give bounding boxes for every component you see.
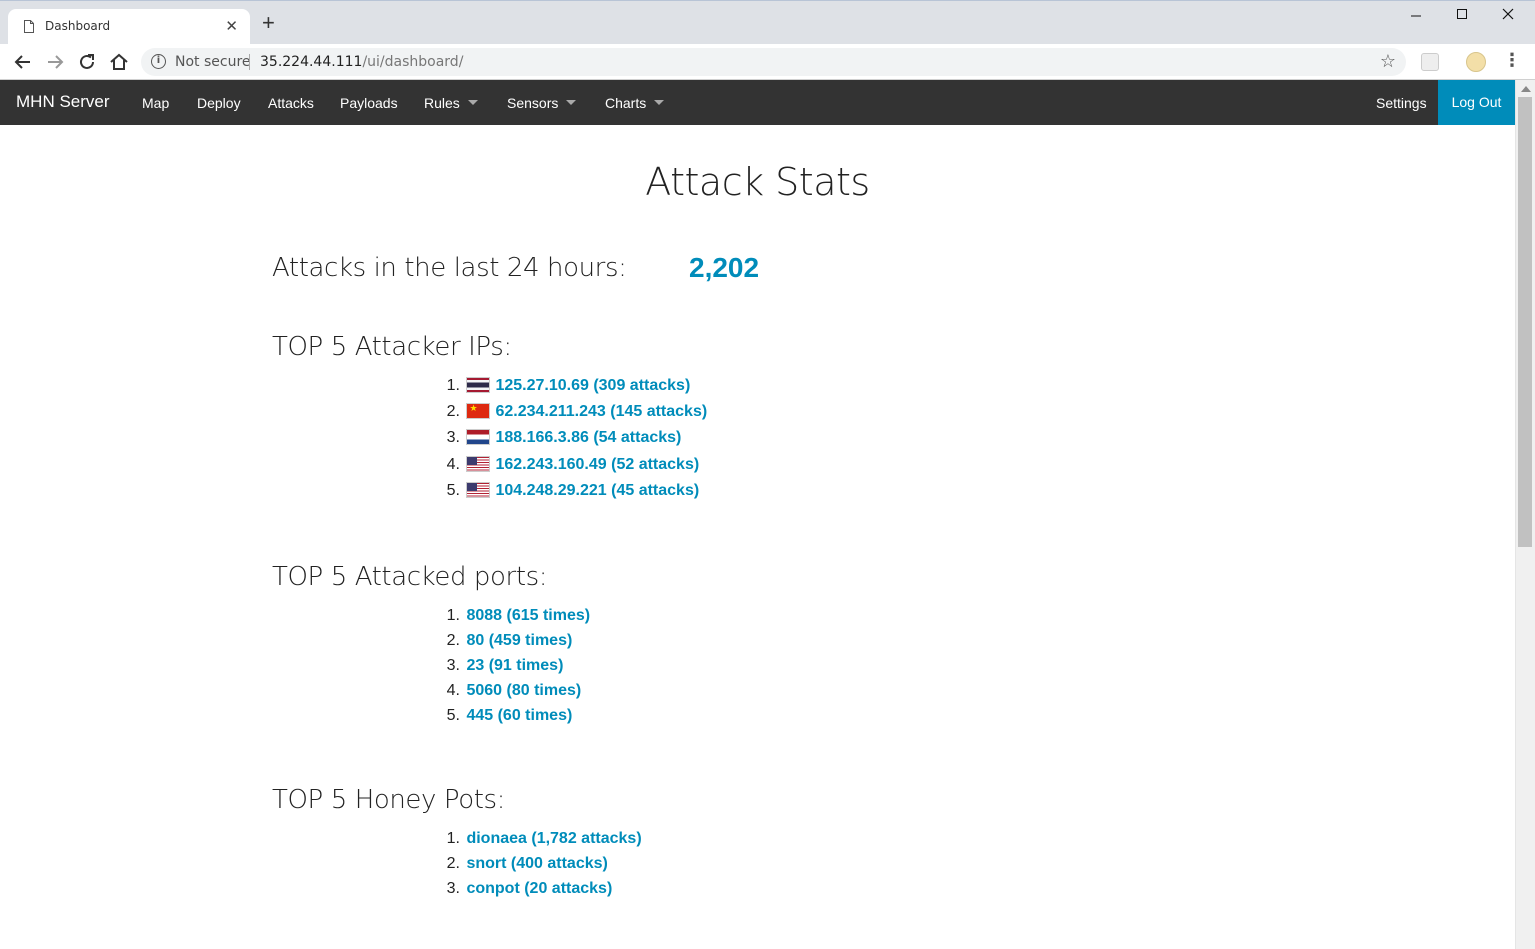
list-number: 3. — [446, 880, 460, 897]
url-host: 35.224.44.111 — [260, 54, 363, 70]
honeypot-link[interactable]: conpot (20 attacks) — [466, 880, 612, 897]
page-icon — [24, 20, 34, 33]
list-item: 5. 445 (60 times) — [440, 707, 573, 725]
page-scrollbar[interactable] — [1515, 80, 1535, 949]
list-item: 3. 188.166.3.86 (54 attacks) — [440, 429, 681, 447]
attacked-port-link[interactable]: 5060 (80 times) — [466, 682, 581, 699]
top-honeypots-heading: TOP 5 Honey Pots: — [272, 785, 506, 815]
extension-icon[interactable] — [1421, 53, 1439, 71]
address-bar[interactable]: i Not secure 35.224.44.111/ui/dashboard/… — [141, 48, 1406, 76]
list-number: 1. — [446, 377, 460, 394]
attacker-ip-link[interactable]: 162.243.160.49 (52 attacks) — [495, 456, 699, 473]
attacker-ip-link[interactable]: 104.248.29.221 (45 attacks) — [495, 482, 699, 499]
attacked-port-link[interactable]: 23 (91 times) — [466, 657, 563, 674]
maximize-icon[interactable] — [1447, 7, 1477, 27]
list-item: 1. 125.27.10.69 (309 attacks) — [440, 377, 690, 395]
logout-button[interactable]: Log Out — [1438, 80, 1515, 125]
china-flag-icon — [466, 403, 491, 419]
netherlands-flag-icon — [466, 429, 491, 445]
usa-flag-icon — [466, 482, 491, 498]
list-number: 3. — [446, 657, 460, 674]
nav-rules-label: Rules — [424, 95, 460, 111]
omnibox-separator — [249, 54, 250, 70]
attacks-24h-value: 2,202 — [689, 252, 760, 283]
list-item: 1. dionaea (1,782 attacks) — [440, 830, 642, 848]
list-number: 5. — [446, 482, 460, 499]
list-number: 1. — [446, 830, 460, 847]
list-item: 2. snort (400 attacks) — [440, 855, 608, 873]
nav-deploy[interactable]: Deploy — [197, 95, 241, 111]
list-number: 2. — [446, 632, 460, 649]
attacker-ip-link[interactable]: 125.27.10.69 (309 attacks) — [495, 377, 690, 394]
list-item: 2. 80 (459 times) — [440, 632, 573, 650]
attacker-ip-link[interactable]: 62.234.211.243 (145 attacks) — [495, 403, 707, 420]
caret-down-icon — [566, 99, 577, 105]
attacked-port-link[interactable]: 80 (459 times) — [466, 632, 572, 649]
scroll-up-arrow-icon[interactable] — [1521, 86, 1531, 92]
caret-down-icon — [654, 99, 665, 105]
nav-sensors[interactable]: Sensors — [507, 95, 577, 111]
new-tab-button[interactable]: + — [262, 12, 275, 34]
list-item: 3. conpot (20 attacks) — [440, 880, 613, 898]
scroll-thumb[interactable] — [1518, 97, 1532, 547]
nav-rules[interactable]: Rules — [424, 95, 478, 111]
tab-title: Dashboard — [45, 19, 111, 33]
attacker-ip-link[interactable]: 188.166.3.86 (54 attacks) — [495, 429, 681, 446]
list-number: 4. — [446, 682, 460, 699]
minimize-icon[interactable] — [1401, 7, 1431, 27]
thailand-flag-icon — [466, 377, 491, 393]
browser-tab[interactable]: Dashboard ✕ — [8, 9, 250, 45]
nav-charts-label: Charts — [605, 95, 647, 111]
page-title: Attack Stats — [645, 160, 870, 204]
browser-toolbar: i Not secure 35.224.44.111/ui/dashboard/… — [0, 44, 1535, 80]
security-label: Not secure — [175, 54, 251, 70]
list-number: 4. — [446, 456, 460, 473]
caret-down-icon — [467, 99, 478, 105]
honeypot-link[interactable]: dionaea (1,782 attacks) — [466, 830, 641, 847]
list-item: 4. 162.243.160.49 (52 attacks) — [440, 456, 699, 474]
forward-icon[interactable] — [43, 50, 67, 74]
list-number: 1. — [446, 607, 460, 624]
browser-title-bar: Dashboard ✕ + — [0, 0, 1535, 45]
top-ips-heading: TOP 5 Attacker IPs: — [272, 332, 512, 362]
list-item: 3. 23 (91 times) — [440, 657, 564, 675]
list-item: 4. 5060 (80 times) — [440, 682, 582, 700]
home-icon[interactable] — [107, 50, 131, 74]
top-ports-heading: TOP 5 Attacked ports: — [272, 562, 548, 592]
honeypot-link[interactable]: snort (400 attacks) — [466, 855, 607, 872]
url-path: /ui/dashboard/ — [362, 54, 464, 70]
list-item: 2. 62.234.211.243 (145 attacks) — [440, 403, 707, 421]
attacked-port-link[interactable]: 8088 (615 times) — [466, 607, 590, 624]
url-text[interactable]: 35.224.44.111/ui/dashboard/ — [260, 54, 463, 70]
close-tab-icon[interactable]: ✕ — [225, 17, 238, 35]
list-number: 3. — [446, 429, 460, 446]
list-number: 2. — [446, 855, 460, 872]
bookmark-star-icon[interactable]: ☆ — [1380, 51, 1396, 72]
list-item: 1. 8088 (615 times) — [440, 607, 590, 625]
app-navbar: MHN Server Map Deploy Attacks Payloads R… — [0, 80, 1515, 125]
usa-flag-icon — [466, 456, 491, 472]
nav-attacks[interactable]: Attacks — [268, 95, 314, 111]
brand-link[interactable]: MHN Server — [16, 92, 110, 112]
close-window-icon[interactable] — [1493, 7, 1523, 27]
list-number: 2. — [446, 403, 460, 420]
info-icon[interactable]: i — [151, 54, 166, 69]
list-number: 5. — [446, 707, 460, 724]
nav-charts[interactable]: Charts — [605, 95, 665, 111]
nav-settings[interactable]: Settings — [1376, 95, 1427, 111]
list-item: 5. 104.248.29.221 (45 attacks) — [440, 482, 699, 500]
browser-menu-icon[interactable]: ⋮ — [1503, 50, 1521, 71]
back-icon[interactable] — [11, 50, 35, 74]
nav-map[interactable]: Map — [142, 95, 169, 111]
reload-icon[interactable] — [75, 50, 99, 74]
nav-sensors-label: Sensors — [507, 95, 559, 111]
profile-avatar[interactable] — [1466, 52, 1486, 72]
attacks-24h-label: Attacks in the last 24 hours: — [272, 253, 627, 283]
nav-payloads[interactable]: Payloads — [340, 95, 398, 111]
attacked-port-link[interactable]: 445 (60 times) — [466, 707, 572, 724]
